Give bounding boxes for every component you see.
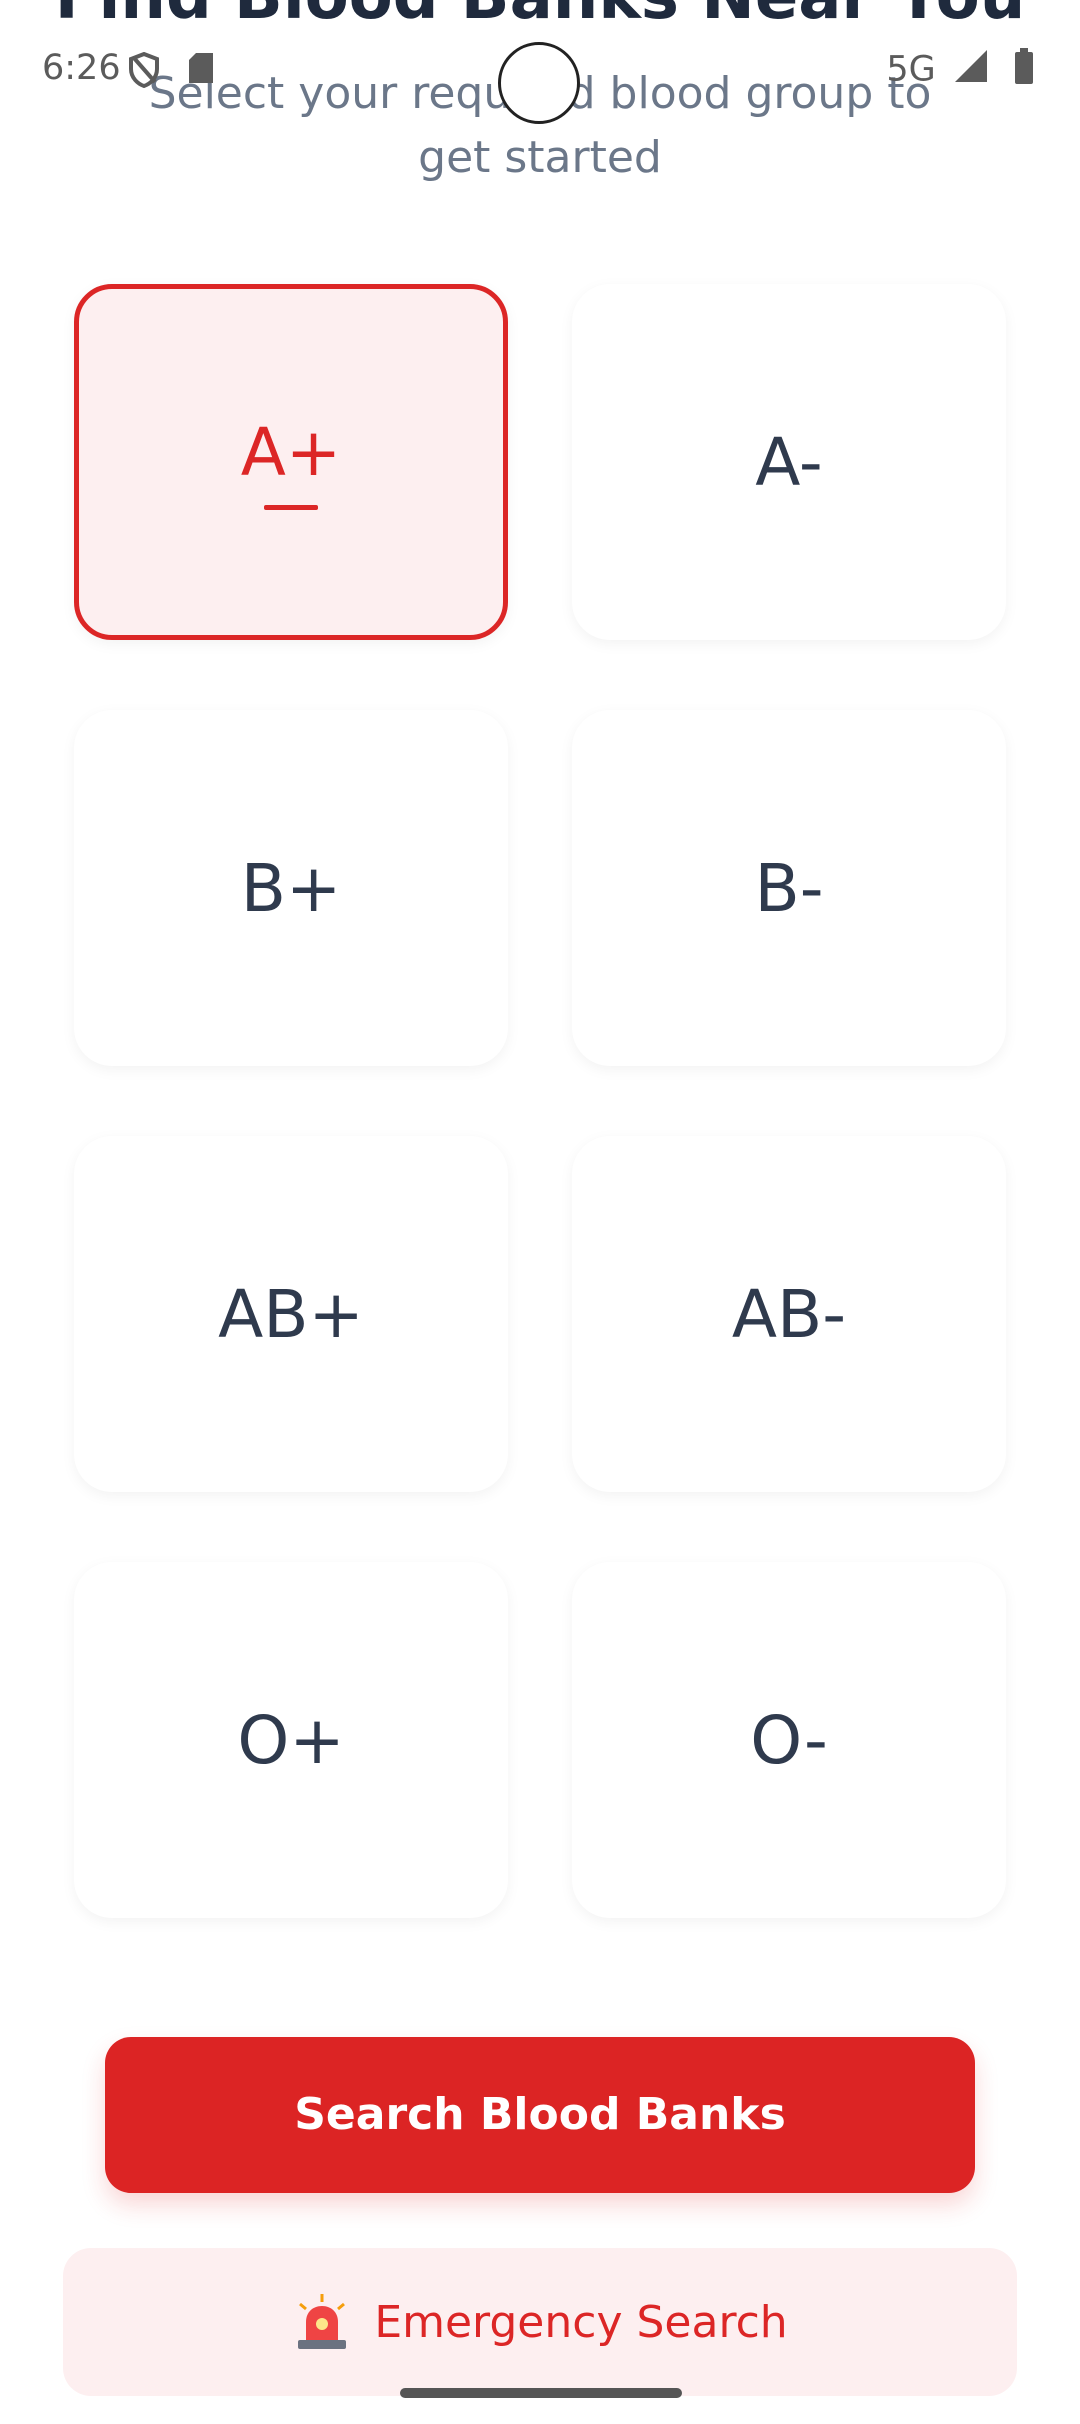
blood-group-label: B+ (240, 849, 342, 927)
sd-card-icon (188, 52, 214, 88)
blood-group-b-pos[interactable]: B+ (74, 710, 508, 1066)
blood-group-ab-neg[interactable]: AB- (572, 1136, 1006, 1492)
signal-icon (953, 48, 989, 93)
siren-icon (292, 2292, 352, 2352)
camera-cutout (498, 42, 580, 124)
status-time: 6:26 (42, 48, 121, 88)
blood-group-b-neg[interactable]: B- (572, 710, 1006, 1066)
blood-group-label: A- (755, 423, 823, 501)
emergency-search-label: Emergency Search (374, 2296, 788, 2348)
blood-group-a-pos[interactable]: A+ (74, 284, 508, 640)
emergency-search-button[interactable]: Emergency Search (63, 2248, 1017, 2396)
blood-group-label: AB- (731, 1275, 847, 1353)
blood-group-o-neg[interactable]: O- (572, 1562, 1006, 1918)
status-bar: 6:26 5G (0, 0, 1080, 140)
status-right: 5G (886, 48, 1034, 93)
blood-group-label: O- (750, 1701, 828, 1779)
blood-group-a-neg[interactable]: A- (572, 284, 1006, 640)
blood-group-o-pos[interactable]: O+ (74, 1562, 508, 1918)
home-indicator[interactable] (400, 2388, 682, 2398)
blood-group-ab-pos[interactable]: AB+ (74, 1136, 508, 1492)
blood-group-label: AB+ (218, 1275, 364, 1353)
battery-icon (1014, 48, 1034, 93)
search-blood-banks-button[interactable]: Search Blood Banks (105, 2037, 975, 2193)
blood-group-label: A+ (240, 414, 342, 491)
blood-group-label: O+ (237, 1701, 345, 1779)
shield-icon (128, 51, 160, 92)
network-label: 5G (886, 49, 936, 90)
blood-group-label: B- (754, 849, 824, 927)
selected-indicator (264, 505, 318, 510)
